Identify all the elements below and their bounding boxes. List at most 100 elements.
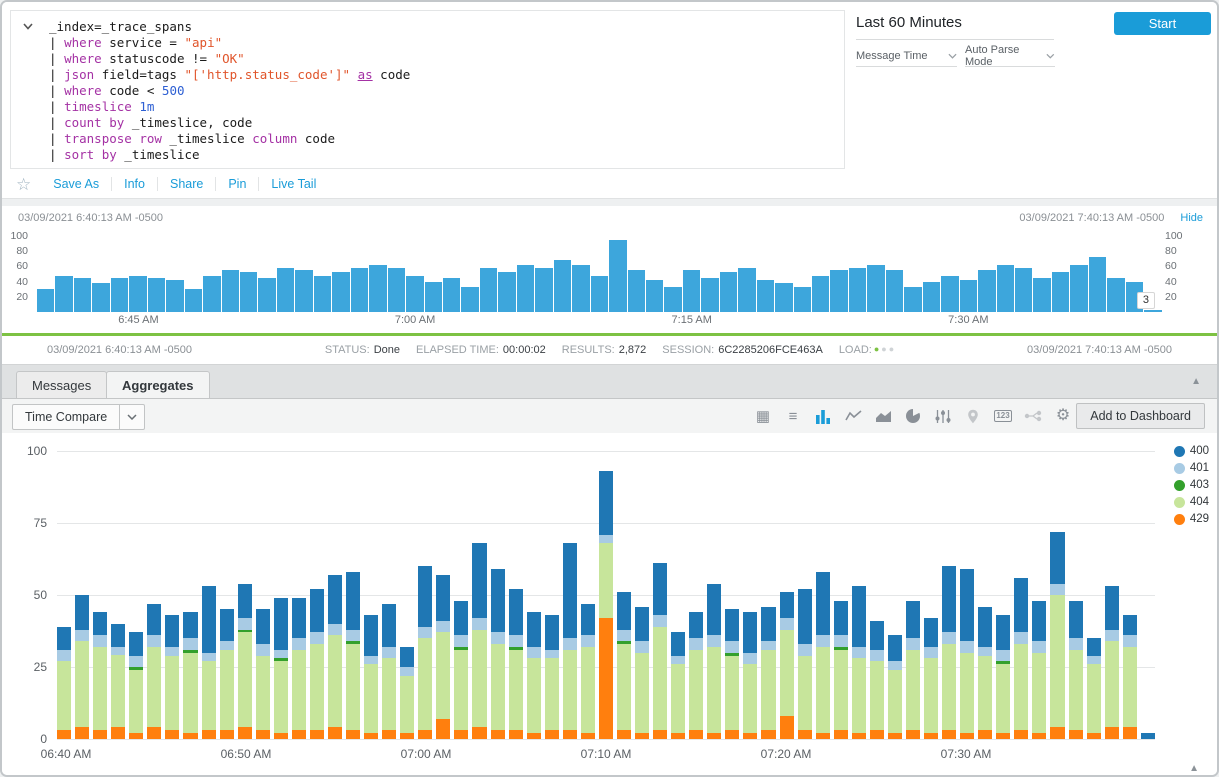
histogram-bar[interactable] bbox=[554, 260, 571, 312]
stacked-bar[interactable] bbox=[852, 451, 866, 739]
column-chart-icon[interactable] bbox=[814, 407, 832, 425]
histogram-bar[interactable] bbox=[830, 270, 847, 312]
stacked-bar[interactable] bbox=[346, 451, 360, 739]
stacked-bar[interactable] bbox=[1069, 451, 1083, 739]
stacked-bar[interactable] bbox=[183, 451, 197, 739]
stacked-bar[interactable] bbox=[816, 451, 830, 739]
stacked-bar[interactable] bbox=[1087, 451, 1101, 739]
stacked-bar[interactable] bbox=[1123, 451, 1137, 739]
histogram-bar[interactable] bbox=[628, 270, 645, 312]
stacked-bar[interactable] bbox=[256, 451, 270, 739]
histogram-bar[interactable] bbox=[240, 272, 257, 312]
stacked-bar[interactable] bbox=[761, 451, 775, 739]
histogram-bar[interactable] bbox=[332, 272, 349, 312]
histogram-bar[interactable] bbox=[111, 278, 128, 312]
histogram-bar[interactable] bbox=[1015, 268, 1032, 312]
stacked-bar[interactable] bbox=[653, 451, 667, 739]
stacked-bar[interactable] bbox=[1141, 451, 1155, 739]
histogram-bar[interactable] bbox=[997, 265, 1014, 312]
stacked-bar[interactable] bbox=[1050, 451, 1064, 739]
gear-icon[interactable]: ⚙ bbox=[1054, 407, 1072, 425]
histogram-bar[interactable] bbox=[683, 270, 700, 312]
histogram-bar[interactable] bbox=[960, 280, 977, 312]
histogram-bar[interactable] bbox=[258, 278, 275, 312]
stacked-bar[interactable] bbox=[834, 451, 848, 739]
tab-messages[interactable]: Messages bbox=[16, 371, 107, 399]
histogram-bar[interactable] bbox=[129, 276, 146, 312]
stacked-bar[interactable] bbox=[888, 451, 902, 739]
stacked-bar[interactable] bbox=[689, 451, 703, 739]
stacked-bar[interactable] bbox=[75, 451, 89, 739]
stacked-bar[interactable] bbox=[364, 451, 378, 739]
histogram-bar[interactable] bbox=[148, 278, 165, 312]
stacked-bar[interactable] bbox=[509, 451, 523, 739]
stacked-bar[interactable] bbox=[599, 451, 613, 739]
histogram-bar[interactable] bbox=[388, 268, 405, 312]
stacked-bar[interactable] bbox=[454, 451, 468, 739]
legend-item[interactable]: 404 bbox=[1174, 496, 1209, 508]
histogram-bar[interactable] bbox=[517, 265, 534, 312]
query-editor[interactable]: _index=_trace_spans| where service = "ap… bbox=[10, 10, 845, 169]
histogram-bar[interactable] bbox=[351, 268, 368, 312]
histogram-bar[interactable] bbox=[1033, 278, 1050, 312]
histogram-bar[interactable] bbox=[314, 276, 331, 312]
histogram-bar[interactable] bbox=[923, 282, 940, 312]
legend-item[interactable]: 429 bbox=[1174, 513, 1209, 525]
histogram-bar[interactable] bbox=[757, 280, 774, 312]
stacked-bar[interactable] bbox=[707, 451, 721, 739]
histogram-bar[interactable] bbox=[664, 287, 681, 312]
histogram-bar[interactable] bbox=[1089, 257, 1106, 312]
stacked-bar[interactable] bbox=[165, 451, 179, 739]
line-chart-icon[interactable] bbox=[844, 407, 862, 425]
histogram-bar[interactable] bbox=[222, 270, 239, 312]
collapse-results-icon[interactable]: ▲ bbox=[1191, 376, 1201, 387]
stacked-bar[interactable] bbox=[382, 451, 396, 739]
histogram-bar[interactable] bbox=[591, 276, 608, 312]
histogram-bar[interactable] bbox=[886, 270, 903, 312]
stacked-bar[interactable] bbox=[581, 451, 595, 739]
stacked-bar[interactable] bbox=[57, 451, 71, 739]
histogram-bar[interactable] bbox=[369, 265, 386, 312]
stacked-bar[interactable] bbox=[635, 451, 649, 739]
histogram-bar[interactable] bbox=[443, 278, 460, 312]
histogram-bar[interactable] bbox=[480, 268, 497, 312]
map-pin-icon[interactable] bbox=[964, 407, 982, 425]
histogram-bar[interactable] bbox=[535, 268, 552, 312]
stacked-bar[interactable] bbox=[436, 451, 450, 739]
live-tail-link[interactable]: Live Tail bbox=[258, 177, 328, 191]
add-to-dashboard-button[interactable]: Add to Dashboard bbox=[1076, 403, 1205, 429]
stacked-bar[interactable] bbox=[418, 451, 432, 739]
table-view-icon[interactable]: ▦ bbox=[754, 407, 772, 425]
histogram-bar[interactable] bbox=[720, 272, 737, 312]
save-as-link[interactable]: Save As bbox=[41, 177, 111, 191]
time-compare-button[interactable]: Time Compare bbox=[12, 404, 145, 430]
summarize-view-icon[interactable]: ≡ bbox=[784, 407, 802, 425]
stacked-bar[interactable] bbox=[292, 451, 306, 739]
query-text[interactable]: _index=_trace_spans| where service = "ap… bbox=[49, 19, 410, 163]
stacked-bar[interactable] bbox=[400, 451, 414, 739]
histogram-bar[interactable] bbox=[185, 289, 202, 312]
stacked-bar[interactable] bbox=[743, 451, 757, 739]
histogram-bar[interactable] bbox=[701, 278, 718, 312]
stacked-bar[interactable] bbox=[111, 451, 125, 739]
time-compare-caret[interactable] bbox=[119, 405, 144, 429]
info-link[interactable]: Info bbox=[111, 177, 157, 191]
histogram-bar[interactable] bbox=[295, 270, 312, 312]
time-range-selector[interactable]: Last 60 Minutes bbox=[856, 14, 1054, 40]
legend-item[interactable]: 403 bbox=[1174, 479, 1209, 491]
histogram-bar[interactable] bbox=[572, 265, 589, 312]
histogram-bar[interactable] bbox=[978, 270, 995, 312]
stacked-bar[interactable] bbox=[960, 451, 974, 739]
histogram-bar[interactable] bbox=[775, 283, 792, 312]
stacked-bar[interactable] bbox=[491, 451, 505, 739]
area-chart-icon[interactable] bbox=[874, 407, 892, 425]
stacked-bar[interactable] bbox=[1032, 451, 1046, 739]
stacked-bar[interactable] bbox=[563, 451, 577, 739]
stacked-bar[interactable] bbox=[942, 451, 956, 739]
stacked-bar[interactable] bbox=[671, 451, 685, 739]
stacked-bar[interactable] bbox=[310, 451, 324, 739]
histogram-bar[interactable] bbox=[425, 282, 442, 312]
stacked-bar[interactable] bbox=[93, 451, 107, 739]
histogram-bar[interactable] bbox=[941, 276, 958, 312]
stacked-bar[interactable] bbox=[129, 451, 143, 739]
